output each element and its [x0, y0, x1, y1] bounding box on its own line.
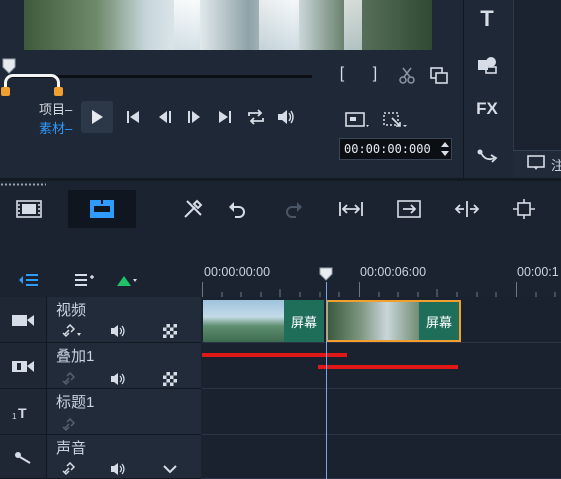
timecode-value: 00:00:00:000: [344, 142, 431, 156]
title-track-header[interactable]: 1 T 标题1: [0, 389, 201, 435]
overlay-track-icon-cell: [0, 343, 47, 388]
trim-end-handle[interactable]: [54, 87, 63, 96]
track-tools-bar: [0, 262, 202, 297]
voice-track-lane[interactable]: [202, 435, 561, 479]
video-track-icon: [12, 314, 34, 326]
ruler-label-mid: 00:00:06:00: [360, 265, 427, 279]
track-manager-icon[interactable]: [18, 272, 40, 288]
pan-zoom-button[interactable]: [507, 190, 541, 228]
scrubber-handle[interactable]: [2, 58, 16, 74]
timecode-stepper-icon[interactable]: [439, 140, 451, 158]
title-track-lane[interactable]: [202, 389, 561, 435]
voice-track-name: 声音: [56, 440, 87, 457]
library-panel-label: 注: [551, 158, 561, 173]
fit-to-window-icon: [339, 202, 363, 216]
video-clip-1-label: 屏幕: [284, 300, 324, 342]
fit-project-button[interactable]: [334, 190, 368, 228]
aspect-ratio-icon[interactable]: [344, 111, 372, 131]
link-icon[interactable]: [62, 324, 84, 338]
ruler-label-start: 00:00:00:00: [204, 265, 271, 279]
resize-grip[interactable]: [0, 183, 46, 186]
svg-text:T: T: [18, 405, 27, 421]
trim-range[interactable]: [1, 74, 63, 96]
tools-button[interactable]: [176, 190, 210, 228]
chapter-cue-icon[interactable]: [73, 272, 95, 288]
mark-out-button[interactable]: ]: [366, 64, 384, 84]
title-tool-button[interactable]: T: [474, 6, 500, 32]
timeline-toolbar: [0, 190, 561, 228]
visibility-toggle-icon[interactable]: [163, 372, 177, 386]
play-button[interactable]: [81, 101, 113, 133]
voice-track-icon-cell: [0, 435, 47, 478]
video-track-lane[interactable]: 屏幕 屏幕: [202, 297, 561, 343]
panel-divider: [0, 178, 561, 181]
mute-toggle-icon[interactable]: [110, 324, 128, 338]
voice-track-header[interactable]: 声音: [0, 435, 201, 479]
volume-icon[interactable]: [276, 108, 296, 126]
ruler-ticks: [202, 282, 556, 297]
trim-start-handle[interactable]: [1, 87, 10, 96]
clip-mode-label[interactable]: 素材–: [39, 118, 72, 137]
next-frame-icon[interactable]: [186, 109, 202, 125]
redo-button[interactable]: [279, 190, 309, 228]
graphics-tool-icon[interactable]: [476, 54, 500, 76]
overlay-track-icon: [12, 360, 34, 372]
storyboard-view-button[interactable]: [9, 190, 49, 228]
mute-toggle-icon[interactable]: [110, 372, 128, 386]
video-track-icon-cell: [0, 297, 47, 342]
filter-fx-button[interactable]: FX: [474, 97, 500, 121]
project-mode-label[interactable]: 项目–: [39, 99, 72, 118]
split-clip-icon[interactable]: [397, 65, 417, 85]
title-track-icon: 1 T: [12, 405, 27, 421]
smart-package-button[interactable]: [392, 190, 426, 228]
expand-timeline-button[interactable]: [450, 190, 484, 228]
playhead-marker[interactable]: [319, 267, 333, 281]
repeat-icon[interactable]: [246, 108, 266, 126]
mark-in-button[interactable]: [: [333, 64, 351, 84]
annotation-red-line-2: [318, 365, 458, 369]
play-icon: [92, 110, 103, 124]
undo-button[interactable]: [222, 190, 252, 228]
video-clip-1[interactable]: 屏幕: [203, 300, 324, 342]
storyboard-view-icon: [16, 200, 42, 218]
playhead-line[interactable]: [326, 282, 327, 479]
visibility-toggle-icon[interactable]: [163, 324, 177, 338]
svg-text:1: 1: [12, 412, 17, 421]
timeline-ruler[interactable]: 00:00:00:00 00:00:06:00 00:00:1: [202, 262, 561, 297]
overlay-track-name: 叠加1: [56, 348, 95, 365]
link-icon[interactable]: [62, 418, 76, 432]
path-tool-icon[interactable]: [476, 146, 500, 166]
overlay-track-lane[interactable]: [202, 343, 561, 389]
tools-icon: [184, 199, 203, 218]
link-icon[interactable]: [62, 372, 76, 386]
title-track-icon-cell: 1 T: [0, 389, 47, 434]
timeline-view-icon: [90, 200, 114, 218]
expand-arrows-icon: [454, 201, 480, 217]
voice-track-icon: [15, 451, 31, 464]
title-track-name: 标题1: [56, 394, 95, 411]
video-track-header[interactable]: 视频: [0, 297, 201, 343]
video-clip-2-label: 屏幕: [419, 302, 459, 340]
ruler-label-end: 00:00:1: [517, 265, 559, 279]
resize-crop-icon[interactable]: [382, 111, 410, 131]
redo-icon: [286, 202, 302, 218]
go-to-end-icon[interactable]: [217, 109, 233, 125]
mute-toggle-icon[interactable]: [110, 462, 128, 476]
timeline-view-button[interactable]: [68, 190, 136, 228]
video-preview-frame: [24, 0, 432, 50]
timecode-field[interactable]: 00:00:00:000: [339, 138, 452, 160]
undo-icon: [229, 202, 245, 218]
export-icon: [397, 200, 421, 218]
audio-ducking-icon[interactable]: [163, 464, 177, 474]
video-track-name: 视频: [56, 302, 87, 319]
pan-arrows-icon: [513, 199, 535, 219]
add-track-icon[interactable]: [116, 274, 138, 288]
snapshot-icon[interactable]: [429, 65, 449, 85]
go-to-start-icon[interactable]: [125, 109, 141, 125]
video-clip-2[interactable]: 屏幕: [326, 300, 461, 342]
overlay-track-header[interactable]: 叠加1: [0, 343, 201, 389]
import-media-icon[interactable]: [526, 154, 548, 172]
link-icon[interactable]: [62, 462, 84, 476]
previous-frame-icon[interactable]: [157, 109, 173, 125]
